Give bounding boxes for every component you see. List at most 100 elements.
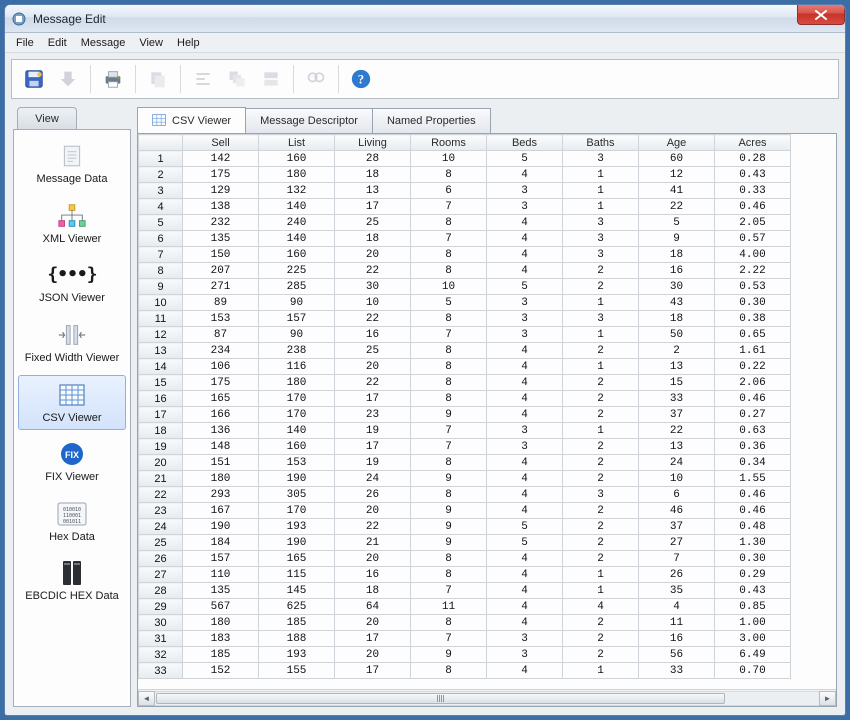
cell[interactable]: 170	[259, 391, 335, 407]
cell[interactable]: 18	[639, 311, 715, 327]
help-button[interactable]: ?	[345, 63, 377, 95]
cell[interactable]: 0.22	[715, 359, 791, 375]
sidebar-tab-view[interactable]: View	[17, 107, 77, 129]
row-header[interactable]: 32	[139, 647, 183, 663]
cell[interactable]: 60	[639, 151, 715, 167]
cell[interactable]: 89	[183, 295, 259, 311]
cell[interactable]: 0.30	[715, 295, 791, 311]
cell[interactable]: 1.61	[715, 343, 791, 359]
sidebar-item-csv-viewer[interactable]: CSV Viewer	[18, 375, 126, 431]
column-header[interactable]: Beds	[487, 135, 563, 151]
cell[interactable]: 3	[487, 295, 563, 311]
cell[interactable]: 140	[259, 231, 335, 247]
row-header[interactable]: 25	[139, 535, 183, 551]
cell[interactable]: 1	[563, 167, 639, 183]
cell[interactable]: 26	[335, 487, 411, 503]
cell[interactable]: 165	[183, 391, 259, 407]
cell[interactable]: 180	[259, 375, 335, 391]
cell[interactable]: 3	[487, 327, 563, 343]
cell[interactable]: 17	[335, 663, 411, 679]
menu-edit[interactable]: Edit	[41, 35, 74, 51]
cell[interactable]: 2	[563, 615, 639, 631]
cell[interactable]: 4	[487, 167, 563, 183]
sidebar-item-message-data[interactable]: Message Data	[18, 136, 126, 192]
cell[interactable]: 170	[259, 407, 335, 423]
cell[interactable]: 153	[183, 311, 259, 327]
row-header[interactable]: 3	[139, 183, 183, 199]
cell[interactable]: 293	[183, 487, 259, 503]
cell[interactable]: 12	[639, 167, 715, 183]
row-header[interactable]: 5	[139, 215, 183, 231]
cell[interactable]: 185	[259, 615, 335, 631]
cell[interactable]: 140	[259, 423, 335, 439]
stack-button[interactable]	[255, 63, 287, 95]
cell[interactable]: 10	[639, 471, 715, 487]
cell[interactable]: 16	[639, 631, 715, 647]
find-button[interactable]	[300, 63, 332, 95]
row-header[interactable]: 4	[139, 199, 183, 215]
cell[interactable]: 20	[335, 647, 411, 663]
cell[interactable]: 90	[259, 295, 335, 311]
cell[interactable]: 20	[335, 551, 411, 567]
row-header[interactable]: 30	[139, 615, 183, 631]
cell[interactable]: 2	[639, 343, 715, 359]
cell[interactable]: 24	[335, 471, 411, 487]
row-header[interactable]: 9	[139, 279, 183, 295]
cell[interactable]: 7	[411, 439, 487, 455]
cell[interactable]: 150	[183, 247, 259, 263]
cell[interactable]: 7	[411, 231, 487, 247]
cell[interactable]: 0.29	[715, 567, 791, 583]
cell[interactable]: 8	[411, 615, 487, 631]
row-header[interactable]: 22	[139, 487, 183, 503]
cascade-button[interactable]	[221, 63, 253, 95]
cell[interactable]: 167	[183, 503, 259, 519]
cell[interactable]: 0.85	[715, 599, 791, 615]
cell[interactable]: 0.43	[715, 583, 791, 599]
cell[interactable]: 2	[563, 471, 639, 487]
cell[interactable]: 180	[259, 167, 335, 183]
cell[interactable]: 25	[335, 215, 411, 231]
cell[interactable]: 188	[259, 631, 335, 647]
cell[interactable]: 3	[487, 311, 563, 327]
menu-help[interactable]: Help	[170, 35, 207, 51]
cell[interactable]: 152	[183, 663, 259, 679]
row-header[interactable]: 13	[139, 343, 183, 359]
row-header[interactable]: 33	[139, 663, 183, 679]
cell[interactable]: 90	[259, 327, 335, 343]
cell[interactable]: 9	[411, 503, 487, 519]
cell[interactable]: 190	[259, 471, 335, 487]
cell[interactable]: 135	[183, 583, 259, 599]
column-header[interactable]: Rooms	[411, 135, 487, 151]
cell[interactable]: 30	[639, 279, 715, 295]
cell[interactable]: 2	[563, 407, 639, 423]
row-header[interactable]: 29	[139, 599, 183, 615]
cell[interactable]: 2	[563, 535, 639, 551]
cell[interactable]: 1	[563, 327, 639, 343]
cell[interactable]: 271	[183, 279, 259, 295]
cell[interactable]: 185	[183, 647, 259, 663]
cell[interactable]: 19	[335, 455, 411, 471]
sidebar-item-hex-data[interactable]: 010010110001001011Hex Data	[18, 494, 126, 550]
cell[interactable]: 1	[563, 423, 639, 439]
cell[interactable]: 567	[183, 599, 259, 615]
cell[interactable]: 46	[639, 503, 715, 519]
cell[interactable]: 22	[335, 375, 411, 391]
menu-view[interactable]: View	[132, 35, 170, 51]
cell[interactable]: 3	[487, 199, 563, 215]
cell[interactable]: 13	[639, 439, 715, 455]
row-header[interactable]: 19	[139, 439, 183, 455]
cell[interactable]: 7	[411, 199, 487, 215]
cell[interactable]: 4	[487, 567, 563, 583]
cell[interactable]: 183	[183, 631, 259, 647]
cell[interactable]: 4	[487, 615, 563, 631]
cell[interactable]: 2.22	[715, 263, 791, 279]
cell[interactable]: 7	[639, 551, 715, 567]
tab-named-properties[interactable]: Named Properties	[372, 108, 491, 133]
cell[interactable]: 180	[183, 615, 259, 631]
column-header[interactable]: List	[259, 135, 335, 151]
cell[interactable]: 4	[487, 599, 563, 615]
cell[interactable]: 1.55	[715, 471, 791, 487]
scroll-left-icon[interactable]: ◄	[138, 691, 155, 706]
cell[interactable]: 285	[259, 279, 335, 295]
cell[interactable]: 4	[487, 455, 563, 471]
